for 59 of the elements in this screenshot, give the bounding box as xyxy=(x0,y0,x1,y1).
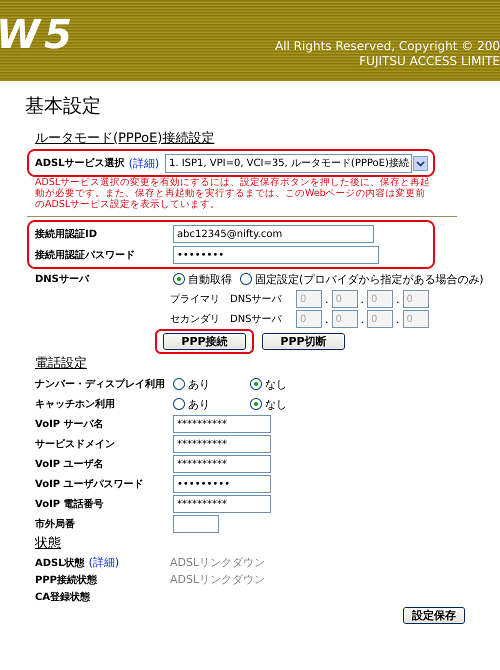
field-label: PPP接続状態 xyxy=(35,574,97,586)
separator-dot: . xyxy=(396,312,400,326)
radio-button[interactable] xyxy=(240,273,252,285)
radio-button[interactable] xyxy=(250,398,262,410)
section-heading: ルータモード(PPPoE)接続設定 xyxy=(35,131,216,147)
separator-dot: . xyxy=(325,292,328,306)
field-label: ADSL状態 xyxy=(35,556,85,570)
details-link[interactable]: (詳細) xyxy=(128,156,160,170)
input-field[interactable]: ********** xyxy=(173,415,271,433)
status-value: ADSLリンクダウン xyxy=(170,555,266,570)
field-label: 接続用認証ID xyxy=(35,228,98,241)
field-label: ナンバー・ディスプレイ利用 xyxy=(35,377,166,391)
input-field[interactable]: ********** xyxy=(173,495,271,513)
radio-label: あり xyxy=(188,396,210,412)
page-title: 基本設定 xyxy=(25,95,102,117)
details-link[interactable]: (詳細) xyxy=(88,555,120,570)
caret-icon xyxy=(412,156,428,170)
field-label: 接続用認証パスワード xyxy=(35,248,136,262)
field-label: VoIP ユーザ名 xyxy=(35,458,105,471)
field-label: VoIP ユーザパスワード xyxy=(35,478,145,491)
radio-label: なし xyxy=(265,376,287,392)
radio-button[interactable] xyxy=(173,273,185,285)
input-field[interactable]: ********** xyxy=(173,455,271,473)
radio-label: 固定設定(プロバイダから指定がある場合のみ) xyxy=(255,272,484,286)
field-label: DNSサーバ xyxy=(35,273,90,286)
separator-dot: . xyxy=(396,292,400,306)
input-field[interactable] xyxy=(173,515,219,533)
field-label: 市外局番 xyxy=(35,517,76,531)
field-label: ADSLサービス選択 xyxy=(35,156,125,170)
radio-label: なし xyxy=(265,396,287,412)
radio-button[interactable] xyxy=(173,378,185,390)
field-label: プライマリ DNSサーバ xyxy=(170,292,283,306)
section-heading: 状態 xyxy=(35,536,62,552)
copyright-text: All Rights Reserved, Copyright © 200 xyxy=(274,39,500,54)
field-label: CA登録状態 xyxy=(35,590,90,604)
ppp-button[interactable]: PPP切断 xyxy=(262,333,345,350)
field-label: サービスドメイン xyxy=(35,438,116,451)
field-label: セカンダリ DNSサーバ xyxy=(170,313,283,326)
field-label: VoIP 電話番号 xyxy=(35,498,105,511)
logo: W5 xyxy=(0,15,76,55)
input-field[interactable]: ********** xyxy=(173,435,271,453)
separator-dot: . xyxy=(325,312,328,326)
radio-label: 自動取得 xyxy=(188,272,232,286)
radio-button[interactable] xyxy=(173,398,185,410)
input-field[interactable]: •••••••• xyxy=(173,246,379,264)
radio-label: あり xyxy=(188,376,210,392)
status-value: ADSLリンクダウン xyxy=(170,572,266,587)
separator-dot: . xyxy=(360,312,364,326)
section-heading: 電話設定 xyxy=(35,356,88,372)
radio-button[interactable] xyxy=(250,378,262,390)
company-name: FUJITSU ACCESS LIMITE xyxy=(359,54,500,69)
field-label: VoIP サーバ名 xyxy=(35,418,105,431)
warning-note: ADSLサービス選択の変更を有効にするには、設定保存ボタンを押した後に、保存と再起動が必要です。また、保存と再起動を実行するまでは、このWebページの内容は変更前のADSLサービス設定を表示しています。 xyxy=(35,177,432,210)
ppp-button[interactable]: PPP接続 xyxy=(163,333,246,350)
input-field[interactable]: abc12345@nifty.com xyxy=(173,225,374,243)
input-field[interactable]: ••••••••• xyxy=(173,475,271,493)
save-button[interactable]: 設定保存 xyxy=(403,607,465,624)
field-label: キャッチホン利用 xyxy=(35,398,116,411)
separator-dot: . xyxy=(360,292,364,306)
